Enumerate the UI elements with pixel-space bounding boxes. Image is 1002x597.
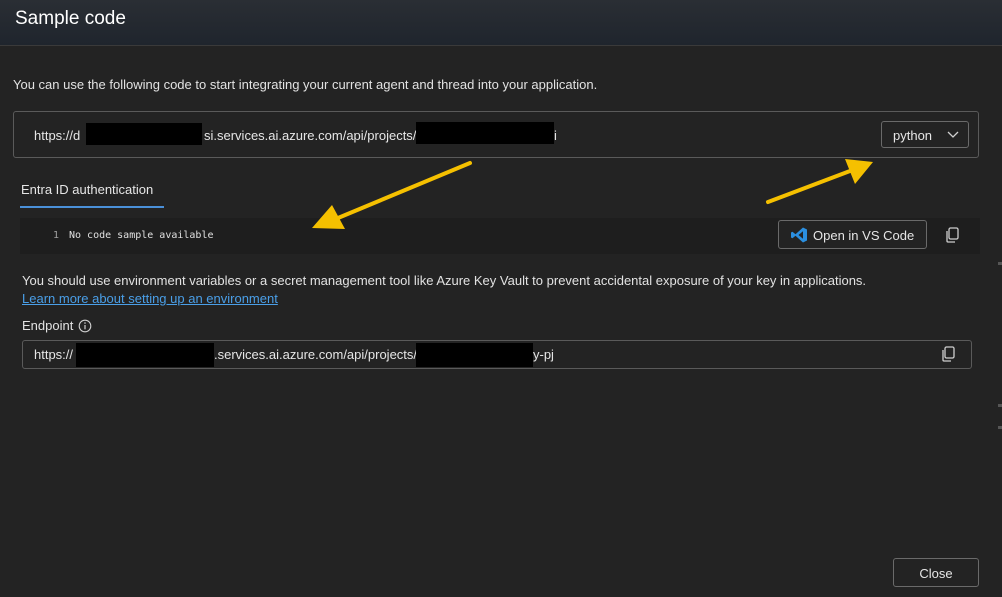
dialog-description: You can use the following code to start … — [13, 77, 598, 92]
copy-endpoint-icon[interactable] — [939, 345, 957, 363]
endpoint-prefix: https:// — [34, 347, 74, 362]
copy-code-icon[interactable] — [943, 226, 961, 244]
redaction-block — [76, 343, 214, 367]
redaction-block — [416, 122, 554, 144]
scrollbar-mark — [998, 426, 1002, 429]
chevron-down-icon — [947, 131, 959, 138]
url-field[interactable]: https://d si.services.ai.azure.com/api/p… — [13, 111, 979, 158]
close-button-label: Close — [919, 566, 953, 581]
open-in-vscode-button[interactable]: Open in VS Code — [778, 220, 927, 249]
tab-label: Entra ID authentication — [21, 182, 154, 197]
tab-entra-id-authentication[interactable]: Entra ID authentication — [20, 180, 164, 208]
info-icon[interactable] — [78, 319, 92, 333]
line-number: 1 — [53, 230, 60, 241]
vscode-icon — [791, 227, 807, 243]
url-prefix: https://d — [34, 128, 81, 143]
dialog-title: Sample code — [15, 8, 126, 29]
redaction-block — [86, 123, 202, 145]
redaction-block — [416, 343, 533, 367]
annotation-arrow-language — [766, 159, 873, 204]
learn-more-link[interactable]: Learn more about setting up an environme… — [22, 291, 278, 306]
close-button[interactable]: Close — [893, 558, 979, 587]
url-middle: si.services.ai.azure.com/api/projects/ — [204, 128, 417, 143]
dialog-header: Sample code — [0, 0, 1002, 46]
endpoint-label: Endpoint — [22, 318, 74, 333]
scrollbar-mark — [998, 404, 1002, 407]
scrollbar-mark — [998, 262, 1002, 265]
url-suffix: i — [554, 128, 557, 143]
open-in-vscode-label: Open in VS Code — [813, 228, 915, 243]
language-selected: python — [893, 128, 933, 143]
endpoint-middle: .services.ai.azure.com/api/projects/ — [214, 347, 418, 362]
endpoint-field[interactable]: https:// .services.ai.azure.com/api/proj… — [22, 340, 972, 369]
language-dropdown[interactable]: python — [881, 121, 969, 148]
tab-active-indicator — [20, 206, 164, 208]
endpoint-suffix: y-pj — [533, 347, 554, 362]
code-text: No code sample available — [69, 230, 214, 241]
security-warning: You should use environment variables or … — [22, 273, 867, 288]
